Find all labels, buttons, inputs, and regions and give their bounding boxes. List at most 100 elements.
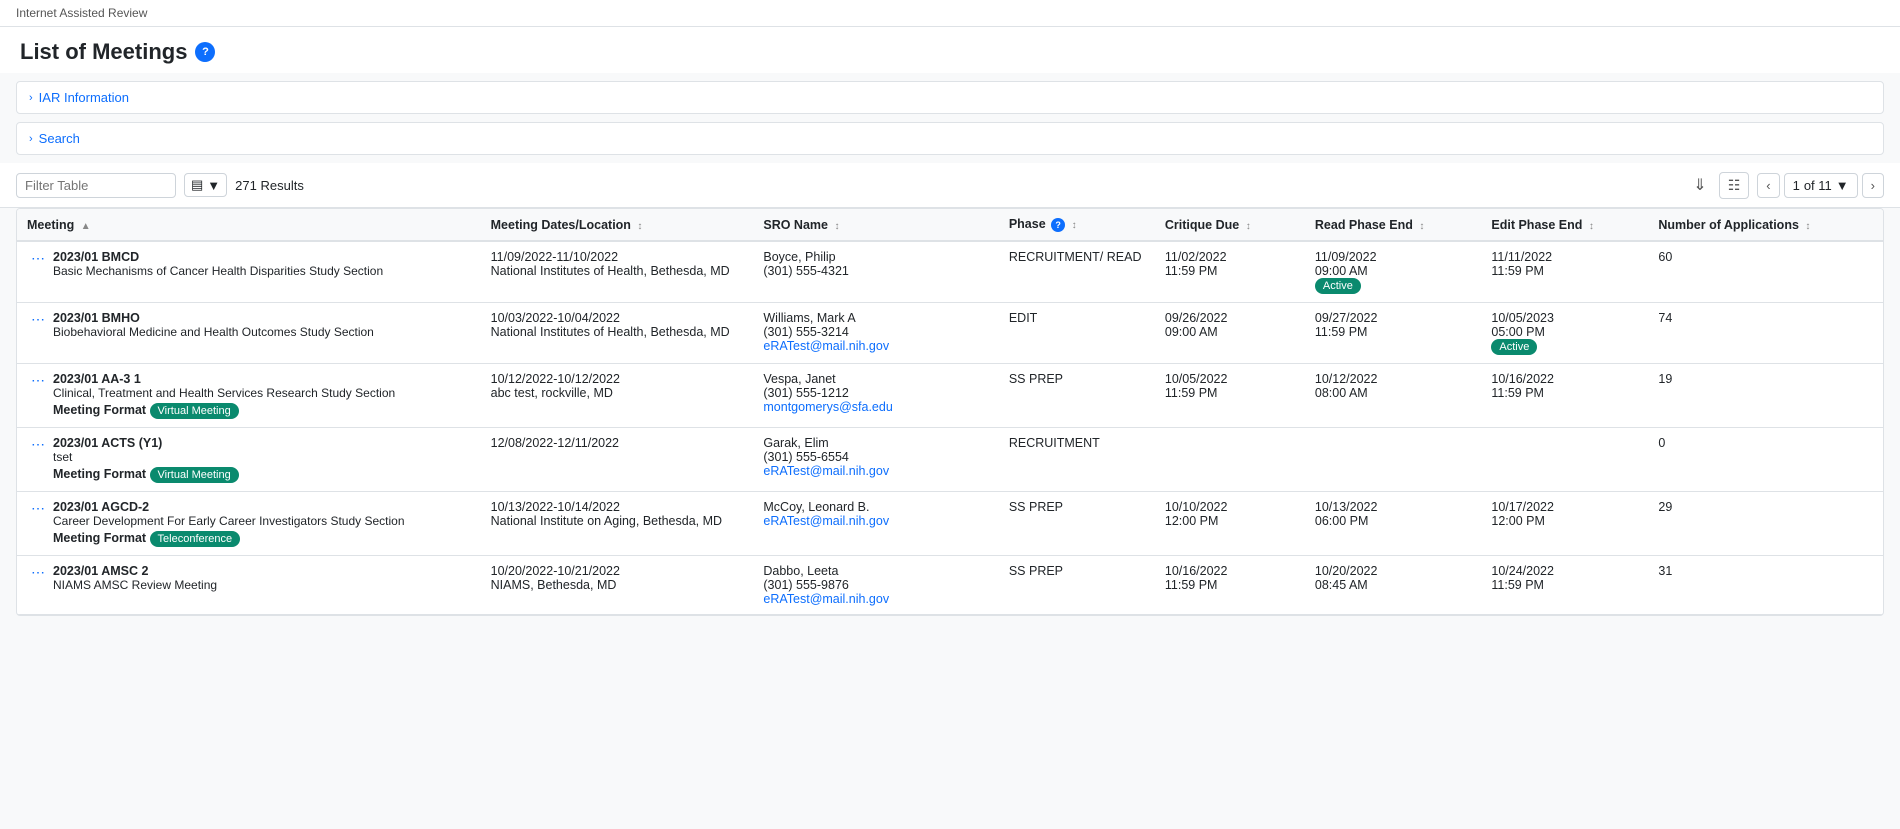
read-end-cell: 10/13/202206:00 PM [1305, 491, 1482, 555]
column-toggle-button[interactable]: ▤ ▼ [184, 173, 227, 197]
critique-due-time: 09:00 AM [1165, 325, 1218, 339]
col-header-applications[interactable]: Number of Applications ↕ [1648, 209, 1883, 241]
meeting-dots-button[interactable]: ⋯ [27, 372, 49, 389]
read-end-time: 06:00 PM [1315, 514, 1369, 528]
meeting-dots-button[interactable]: ⋯ [27, 250, 49, 267]
sro-cell: Vespa, Janet(301) 555-1212montgomerys@sf… [753, 363, 998, 427]
sro-email[interactable]: montgomerys@sfa.edu [763, 400, 892, 414]
meeting-format-badge: Teleconference [150, 531, 241, 547]
search-toggle[interactable]: › Search [29, 131, 1871, 146]
sro-name: Dabbo, Leeta [763, 564, 838, 578]
page-dropdown-icon[interactable]: ▼ [1836, 178, 1849, 193]
applications-cell: 0 [1648, 427, 1883, 491]
meeting-cell: ⋯ 2023/01 ACTS (Y1) tset Meeting Format … [17, 427, 481, 491]
meetings-table: Meeting ▲ Meeting Dates/Location ↕ SRO N… [17, 209, 1883, 615]
critique-due-cell: 09/26/202209:00 AM [1155, 302, 1305, 363]
edit-end-cell: 10/24/202211:59 PM [1481, 555, 1648, 614]
meeting-location: NIAMS, Bethesda, MD [491, 578, 617, 592]
sro-phone: (301) 555-6554 [763, 450, 848, 464]
col-header-meeting[interactable]: Meeting ▲ [17, 209, 481, 241]
page-total: of 11 [1804, 178, 1832, 193]
dates-cell: 10/03/2022-10/04/2022 National Institute… [481, 302, 754, 363]
phase-help-icon[interactable]: ? [1051, 218, 1065, 232]
table-row: ⋯ 2023/01 AMSC 2 NIAMS AMSC Review Meeti… [17, 555, 1883, 614]
meeting-dots-button[interactable]: ⋯ [27, 500, 49, 517]
phase-cell: SS PREP [999, 491, 1155, 555]
read-end-date: 10/13/2022 [1315, 500, 1378, 514]
applications-cell: 60 [1648, 241, 1883, 303]
dates-cell: 12/08/2022-12/11/2022 [481, 427, 754, 491]
sro-name: Williams, Mark A [763, 311, 855, 325]
read-end-date: 09/27/2022 [1315, 311, 1378, 325]
sro-phone: (301) 555-1212 [763, 386, 848, 400]
read-end-time: 08:00 AM [1315, 386, 1368, 400]
dates-cell: 11/09/2022-11/10/2022 National Institute… [481, 241, 754, 303]
search-section: › Search [16, 122, 1884, 155]
meeting-subtitle: Basic Mechanisms of Cancer Health Dispar… [53, 264, 471, 278]
col-header-dates[interactable]: Meeting Dates/Location ↕ [481, 209, 754, 241]
critique-due-cell: 10/16/202211:59 PM [1155, 555, 1305, 614]
edit-end-time: 12:00 PM [1491, 514, 1545, 528]
read-end-cell: 10/12/202208:00 AM [1305, 363, 1482, 427]
edit-end-cell: 11/11/202211:59 PM [1481, 241, 1648, 303]
edit-end-date: 10/17/2022 [1491, 500, 1554, 514]
edit-end-date: 10/05/2023 [1491, 311, 1554, 325]
phase-value: RECRUITMENT [1009, 436, 1100, 450]
sro-cell: McCoy, Leonard B.eRATest@mail.nih.gov [753, 491, 998, 555]
applications-count: 29 [1658, 500, 1672, 514]
col-header-phase[interactable]: Phase ? ↕ [999, 209, 1155, 241]
table-row: ⋯ 2023/01 BMCD Basic Mechanisms of Cance… [17, 241, 1883, 303]
sro-email[interactable]: eRATest@mail.nih.gov [763, 464, 889, 478]
filter-input[interactable] [16, 173, 176, 198]
table-container: Meeting ▲ Meeting Dates/Location ↕ SRO N… [16, 208, 1884, 616]
critique-due-time: 11:59 PM [1165, 578, 1218, 592]
table-row: ⋯ 2023/01 BMHO Biobehavioral Medicine an… [17, 302, 1883, 363]
search-chevron: › [29, 133, 33, 145]
critique-due-date: 11/02/2022 [1165, 250, 1227, 264]
meeting-format-badge: Virtual Meeting [150, 467, 239, 483]
iar-info-toggle[interactable]: › IAR Information [29, 90, 1871, 105]
meeting-dots-button[interactable]: ⋯ [27, 311, 49, 328]
edit-end-cell [1481, 427, 1648, 491]
toolbar: ▤ ▼ 271 Results ⇓ ☷ ‹ 1 of 11 ▼ › [0, 163, 1900, 208]
sro-phone: (301) 555-4321 [763, 264, 848, 278]
read-end-cell: 09/27/202211:59 PM [1305, 302, 1482, 363]
phase-cell: EDIT [999, 302, 1155, 363]
phase-value: SS PREP [1009, 372, 1063, 386]
meeting-format-badge: Virtual Meeting [150, 403, 239, 419]
col-header-critique[interactable]: Critique Due ↕ [1155, 209, 1305, 241]
meeting-location: National Institutes of Health, Bethesda,… [491, 325, 730, 339]
page-help-icon[interactable]: ? [195, 42, 215, 62]
read-end-time: 11:59 PM [1315, 325, 1368, 339]
prev-page-button[interactable]: ‹ [1757, 173, 1779, 198]
download-button[interactable]: ⇓ [1689, 171, 1710, 199]
read-end-date: 11/09/2022 [1315, 250, 1377, 264]
sro-name: Vespa, Janet [763, 372, 835, 386]
read-end-time: 09:00 AM [1315, 264, 1368, 278]
sro-email[interactable]: eRATest@mail.nih.gov [763, 514, 889, 528]
grid-icon: ▤ [191, 177, 203, 193]
edit-end-time: 11:59 PM [1491, 264, 1544, 278]
read-end-date: 10/20/2022 [1315, 564, 1378, 578]
iar-info-label: IAR Information [39, 90, 129, 105]
sro-email[interactable]: eRATest@mail.nih.gov [763, 339, 889, 353]
meeting-dots-button[interactable]: ⋯ [27, 564, 49, 581]
col-header-read-end[interactable]: Read Phase End ↕ [1305, 209, 1482, 241]
meeting-dates: 12/08/2022-12/11/2022 [491, 436, 619, 450]
sro-phone: (301) 555-9876 [763, 578, 848, 592]
search-label: Search [39, 131, 80, 146]
meeting-cell: ⋯ 2023/01 BMHO Biobehavioral Medicine an… [17, 302, 481, 363]
meeting-dots-button[interactable]: ⋯ [27, 436, 49, 453]
critique-due-cell [1155, 427, 1305, 491]
grid-view-button[interactable]: ☷ [1719, 172, 1750, 199]
col-header-edit-end[interactable]: Edit Phase End ↕ [1481, 209, 1648, 241]
next-page-button[interactable]: › [1862, 173, 1884, 198]
critique-due-date: 10/16/2022 [1165, 564, 1228, 578]
sro-email[interactable]: eRATest@mail.nih.gov [763, 592, 889, 606]
meeting-subtitle: Biobehavioral Medicine and Health Outcom… [53, 325, 471, 339]
page-indicator: 1 of 11 ▼ [1784, 173, 1858, 198]
col-header-sro[interactable]: SRO Name ↕ [753, 209, 998, 241]
meeting-code: 2023/01 BMHO [53, 311, 471, 325]
dates-cell: 10/13/2022-10/14/2022 National Institute… [481, 491, 754, 555]
critique-due-time: 12:00 PM [1165, 514, 1219, 528]
